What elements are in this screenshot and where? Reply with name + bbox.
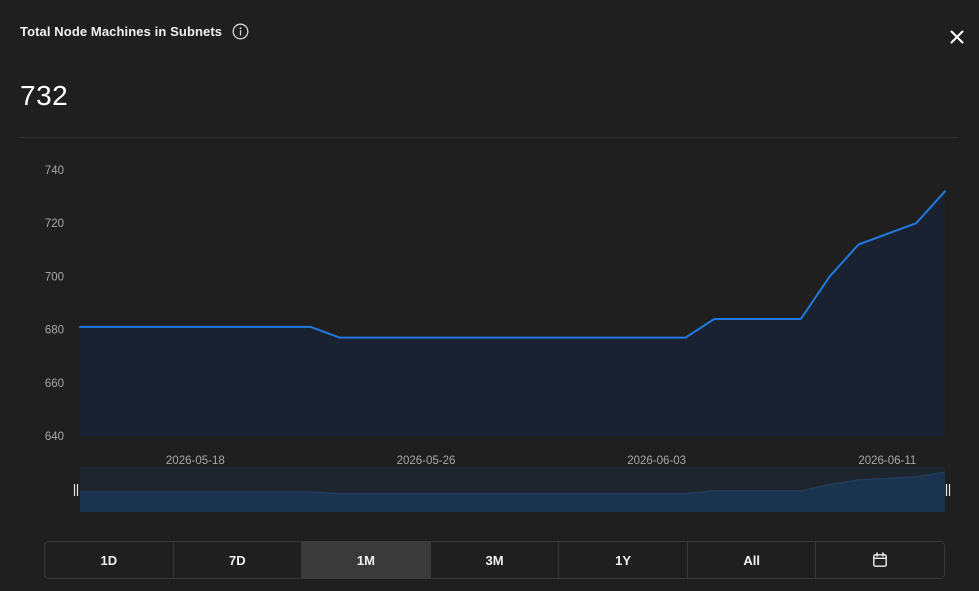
x-tick-label: 2026-05-18 [166, 455, 225, 467]
info-icon[interactable] [232, 23, 249, 40]
y-tick-label: 660 [45, 378, 64, 390]
range-selector: 1D 7D 1M 3M 1Y All [44, 541, 945, 579]
modal-header: Total Node Machines in Subnets [20, 23, 249, 40]
range-button-3m[interactable]: 3M [431, 542, 560, 578]
range-button-1m[interactable]: 1M [302, 542, 431, 578]
close-button[interactable] [944, 24, 970, 50]
y-tick-label: 680 [45, 325, 64, 337]
y-tick-label: 740 [45, 165, 64, 177]
x-tick-label: 2026-05-26 [397, 455, 456, 467]
range-navigator[interactable] [73, 467, 951, 512]
current-value: 732 [20, 80, 69, 111]
y-tick-label: 720 [45, 218, 64, 230]
y-tick-label: 700 [45, 271, 64, 283]
y-tick-label: 640 [45, 431, 64, 443]
divider [20, 137, 959, 138]
x-tick-label: 2026-06-11 [858, 455, 916, 467]
x-tick-label: 2026-06-03 [627, 455, 686, 467]
area-fill [80, 191, 945, 436]
main-plot [79, 190, 946, 436]
x-axis: 2026-05-18 2026-05-26 2026-06-03 2026-06-11 [166, 455, 916, 467]
close-icon [950, 30, 964, 44]
range-button-1d[interactable]: 1D [45, 542, 174, 578]
chart-modal: Total Node Machines in Subnets 732 740 72… [0, 0, 979, 591]
navigator-handle-right[interactable] [945, 484, 951, 496]
y-axis: 740 720 700 680 660 640 [45, 165, 64, 443]
area-chart: 740720700680660640 2026-05-18 2026-05-26 2… [45, 165, 951, 512]
calendar-icon [873, 552, 888, 567]
range-button-7d[interactable]: 7D [174, 542, 303, 578]
navigator-handle-left[interactable] [73, 484, 79, 496]
range-button-1y[interactable]: 1Y [559, 542, 688, 578]
calendar-button[interactable] [816, 542, 944, 578]
range-button-all[interactable]: All [688, 542, 817, 578]
modal-title: Total Node Machines in Subnets [20, 24, 223, 39]
